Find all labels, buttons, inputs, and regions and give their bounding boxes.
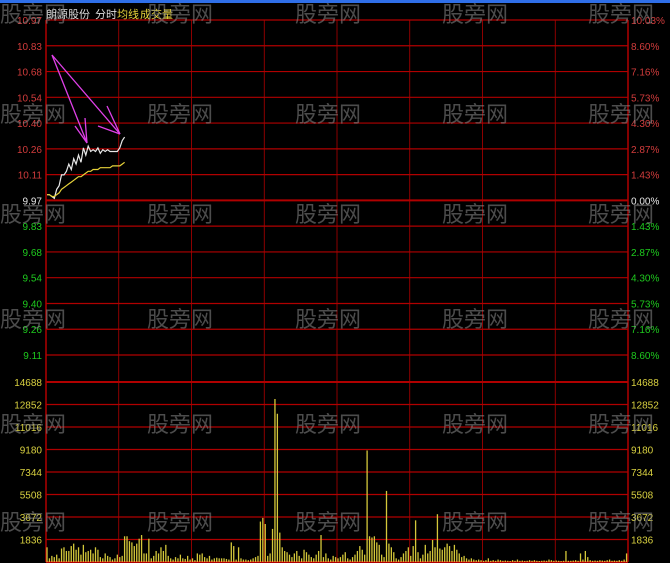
- pct-tick-label: 2.87%: [631, 145, 659, 156]
- chart-canvas: 10.97 10.03%10.83 8.60%10.68 7.16%10.54 5.73…: [0, 3, 665, 563]
- watermark: 股旁网: [0, 511, 66, 536]
- watermark: 股旁网: [295, 308, 361, 333]
- avg-price-line: [47, 161, 125, 198]
- watermark: 股旁网: [147, 413, 213, 438]
- watermark: 股旁网: [442, 413, 508, 438]
- watermark: 股旁网: [295, 3, 361, 28]
- volume-tick-label-right: 12852: [631, 401, 659, 412]
- watermark: 股旁网: [295, 203, 361, 228]
- volume-tick-label: 5508: [20, 491, 43, 502]
- watermark: 股旁网: [0, 413, 66, 438]
- watermark: 股旁网: [0, 308, 66, 333]
- pct-tick-label: 2.87%: [631, 248, 659, 259]
- watermark: 股旁网: [442, 511, 508, 536]
- volume-tick-label-right: 5508: [631, 491, 654, 502]
- price-tick-label: 9.11: [23, 351, 42, 362]
- pct-tick-label: 8.60%: [631, 351, 659, 362]
- watermark: 股旁网: [442, 3, 508, 28]
- intraday-chart-window: 朗源股份 分时 均线 成交量 10.97 10.03% 10.83 8.60% 10.6…: [0, 0, 670, 563]
- watermark: 股旁网: [0, 103, 66, 128]
- pct-tick-label: 7.16%: [631, 68, 659, 79]
- volume-tick-label: 9180: [20, 446, 43, 457]
- volume-tick-label: 14688: [14, 378, 42, 389]
- watermark: 股旁网: [588, 3, 654, 28]
- watermark: 股旁网: [588, 103, 654, 128]
- pct-tick-label: 1.43%: [631, 171, 659, 182]
- annotation-arrow: [51, 54, 88, 144]
- volume-tick-label: 1836: [20, 536, 43, 547]
- watermark: 股旁网: [147, 308, 213, 333]
- price-tick-label: 10.11: [18, 171, 43, 182]
- volume-tick-label-right: 7344: [631, 468, 654, 479]
- watermark: 股旁网: [442, 308, 508, 333]
- watermark: 股旁网: [147, 103, 213, 128]
- price-tick-label: 10.83: [17, 42, 42, 53]
- watermark: 股旁网: [0, 3, 66, 28]
- watermark: 股旁网: [295, 413, 361, 438]
- volume-tick-label: 7344: [20, 468, 43, 479]
- volume-tick-label-right: 14688: [631, 378, 659, 389]
- price-tick-label: 9.54: [23, 274, 43, 285]
- watermark: 股旁网: [588, 413, 654, 438]
- volume-tick-label: 12852: [14, 401, 42, 412]
- watermark: 股旁网: [442, 203, 508, 228]
- watermark: 股旁网: [588, 308, 654, 333]
- price-line: [47, 136, 126, 200]
- watermark: 股旁网: [147, 203, 213, 228]
- price-tick-label: 10.26: [17, 145, 42, 156]
- watermark: 股旁网: [588, 511, 654, 536]
- watermark: 股旁网: [442, 103, 508, 128]
- price-tick-label: 9.68: [23, 248, 43, 259]
- watermark: 股旁网: [295, 511, 361, 536]
- watermark: 股旁网: [147, 3, 213, 28]
- volume-tick-label-right: 1836: [631, 536, 654, 547]
- price-tick-label: 10.68: [17, 68, 42, 79]
- pct-tick-label: 8.60%: [631, 42, 659, 53]
- watermark: 股旁网: [147, 511, 213, 536]
- watermark: 股旁网: [0, 203, 66, 228]
- pct-tick-label: 4.30%: [631, 274, 659, 285]
- volume-tick-label-right: 9180: [631, 446, 654, 457]
- watermark: 股旁网: [295, 103, 361, 128]
- watermark: 股旁网: [588, 203, 654, 228]
